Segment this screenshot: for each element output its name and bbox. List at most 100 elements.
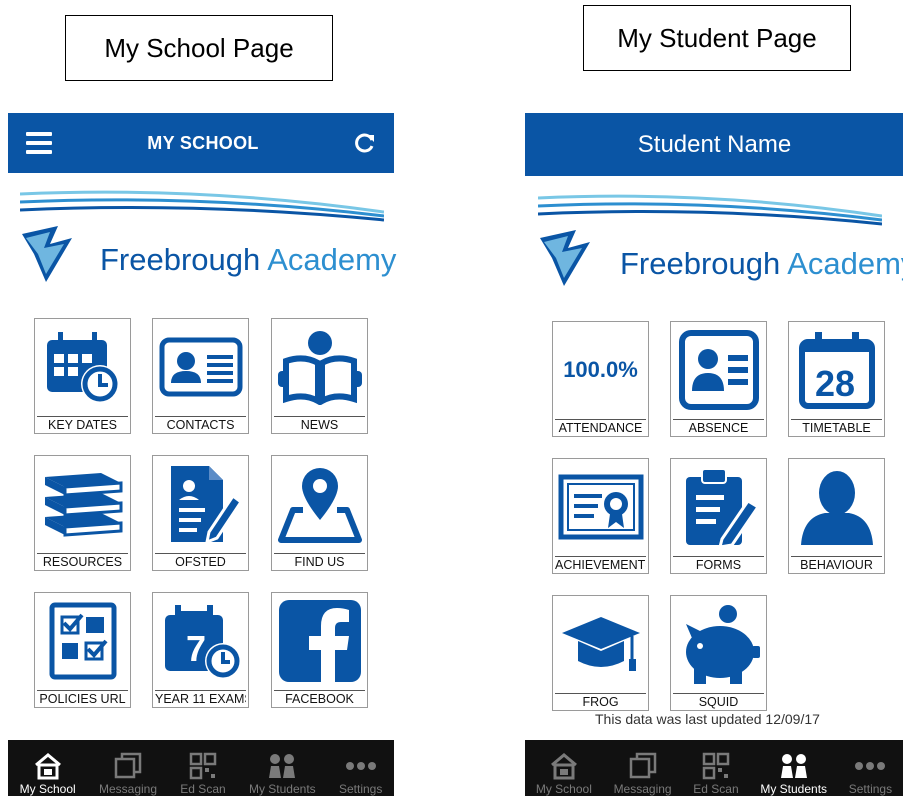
students-icon bbox=[269, 754, 296, 778]
tile-label: CONTACTS bbox=[155, 416, 246, 433]
tile-ofsted[interactable]: OFSTED bbox=[152, 455, 249, 571]
refresh-icon[interactable] bbox=[354, 132, 376, 154]
school-page-title: MY SCHOOL bbox=[147, 132, 259, 153]
my-student-page-caption: My Student Page bbox=[583, 5, 851, 71]
nav-label: My Students bbox=[760, 782, 828, 796]
facebook-icon bbox=[278, 600, 361, 684]
logo-swoosh-lines bbox=[20, 190, 384, 222]
nav-label: My School bbox=[535, 782, 592, 796]
graduation-cap-icon bbox=[561, 617, 640, 671]
nav-messaging[interactable]: Messaging bbox=[99, 752, 157, 796]
hamburger-menu-icon[interactable] bbox=[26, 132, 52, 154]
logo-name-light: Academy bbox=[267, 242, 397, 277]
home-icon bbox=[550, 753, 577, 780]
tile-label: FACEBOOK bbox=[274, 690, 365, 707]
last-updated-note: This data was last updated 12/09/17 bbox=[595, 711, 820, 727]
tile-key-dates[interactable]: KEY DATES bbox=[34, 318, 131, 434]
tile-contacts[interactable]: CONTACTS bbox=[152, 318, 249, 434]
tile-attendance[interactable]: 100.0% ATTENDANCE bbox=[552, 321, 649, 437]
messaging-icon bbox=[114, 752, 142, 779]
tile-label: POLICIES URL bbox=[37, 690, 128, 707]
person-silhouette-icon bbox=[800, 471, 873, 545]
books-icon bbox=[44, 473, 122, 537]
tile-label: TIMETABLE bbox=[791, 419, 882, 436]
checklist-icon bbox=[49, 602, 116, 680]
tile-label: FIND US bbox=[274, 553, 365, 570]
tile-squid[interactable]: SQUID bbox=[670, 595, 767, 711]
tile-timetable[interactable]: 28 TIMETABLE bbox=[788, 321, 885, 437]
tile-label: FORMS bbox=[673, 556, 764, 573]
nav-messaging[interactable]: Messaging bbox=[614, 752, 672, 796]
tile-find-us[interactable]: FIND US bbox=[271, 455, 368, 571]
my-school-page-caption: My School Page bbox=[65, 15, 333, 81]
tile-label: BEHAVIOUR bbox=[791, 556, 882, 573]
clipboard-pen-icon bbox=[685, 468, 760, 549]
svg-text:7: 7 bbox=[186, 628, 206, 669]
nav-my-students[interactable]: My Students bbox=[760, 752, 827, 796]
qr-code-icon bbox=[702, 752, 730, 780]
home-icon bbox=[34, 753, 61, 780]
student-top-bar: Student Name bbox=[525, 113, 903, 176]
logo-name-bold: Freebrough bbox=[100, 242, 261, 277]
nav-label: Ed Scan bbox=[693, 782, 739, 796]
tile-resources[interactable]: RESOURCES bbox=[34, 455, 131, 571]
tile-facebook[interactable]: FACEBOOK bbox=[271, 592, 368, 708]
tile-label: NEWS bbox=[274, 416, 365, 433]
tile-absence[interactable]: ABSENCE bbox=[670, 321, 767, 437]
tile-forms[interactable]: FORMS bbox=[670, 458, 767, 574]
tile-news[interactable]: NEWS bbox=[271, 318, 368, 434]
more-icon bbox=[345, 762, 376, 770]
student-logo: Freebrough Academy bbox=[538, 190, 903, 300]
more-icon bbox=[855, 762, 886, 770]
map-pin-icon bbox=[277, 468, 362, 543]
logo-mark-icon bbox=[540, 230, 590, 286]
student-page-title: Student Name bbox=[637, 130, 792, 158]
tile-behaviour[interactable]: BEHAVIOUR bbox=[788, 458, 885, 574]
calendar-seven-icon: 7 bbox=[164, 605, 241, 679]
certificate-icon bbox=[558, 474, 643, 540]
piggy-bank-icon bbox=[685, 605, 760, 684]
messaging-icon bbox=[629, 752, 656, 779]
nav-my-students[interactable]: My Students bbox=[249, 752, 316, 796]
calendar-clock-icon bbox=[46, 332, 119, 403]
nav-label: Messaging bbox=[98, 782, 157, 796]
logo-name-bold: Freebrough bbox=[620, 246, 781, 281]
nav-settings[interactable]: Settings bbox=[849, 752, 892, 796]
contact-card-icon bbox=[678, 330, 759, 410]
document-pen-icon bbox=[170, 466, 243, 545]
school-logo: Freebrough Academy bbox=[20, 186, 396, 296]
school-top-bar: MY SCHOOL bbox=[8, 113, 394, 173]
tile-label: ABSENCE bbox=[673, 419, 764, 436]
nav-label: Ed Scan bbox=[180, 782, 226, 796]
reading-person-icon bbox=[277, 331, 362, 405]
tile-policies-url[interactable]: POLICIES URL bbox=[34, 592, 131, 708]
id-card-icon bbox=[159, 337, 242, 397]
tile-label: KEY DATES bbox=[37, 416, 128, 433]
tile-achievements[interactable]: ACHIEVEMENTS bbox=[552, 458, 649, 574]
tile-year-11-exams[interactable]: 7 YEAR 11 EXAMS bbox=[152, 592, 249, 708]
tile-label: SQUID bbox=[673, 693, 764, 710]
nav-label: Settings bbox=[848, 782, 893, 796]
logo-mark-icon bbox=[22, 226, 72, 282]
nav-label: My School bbox=[19, 782, 76, 796]
tile-label: ATTENDANCE bbox=[555, 419, 646, 436]
nav-settings[interactable]: Settings bbox=[339, 752, 382, 796]
nav-my-school[interactable]: My School bbox=[536, 752, 592, 796]
tile-label: YEAR 11 EXAMS bbox=[155, 690, 246, 706]
tile-frog[interactable]: FROG bbox=[552, 595, 649, 711]
logo-name-light: Academy bbox=[787, 246, 903, 281]
attendance-percentage: 100.0% bbox=[563, 357, 638, 382]
nav-label: My Students bbox=[248, 782, 316, 796]
qr-code-icon bbox=[189, 752, 217, 780]
nav-ed-scan[interactable]: Ed Scan bbox=[180, 752, 226, 796]
nav-label: Messaging bbox=[613, 782, 672, 796]
logo-name: Freebrough Academy bbox=[100, 242, 396, 278]
tile-label: FROG bbox=[555, 693, 646, 710]
tile-label: OFSTED bbox=[155, 553, 246, 570]
students-icon bbox=[780, 754, 807, 778]
tile-label: RESOURCES bbox=[37, 553, 128, 570]
tile-label: ACHIEVEMENTS bbox=[555, 556, 646, 572]
logo-name: Freebrough Academy bbox=[620, 246, 903, 282]
nav-my-school[interactable]: My School bbox=[20, 752, 76, 796]
nav-ed-scan[interactable]: Ed Scan bbox=[693, 752, 739, 796]
